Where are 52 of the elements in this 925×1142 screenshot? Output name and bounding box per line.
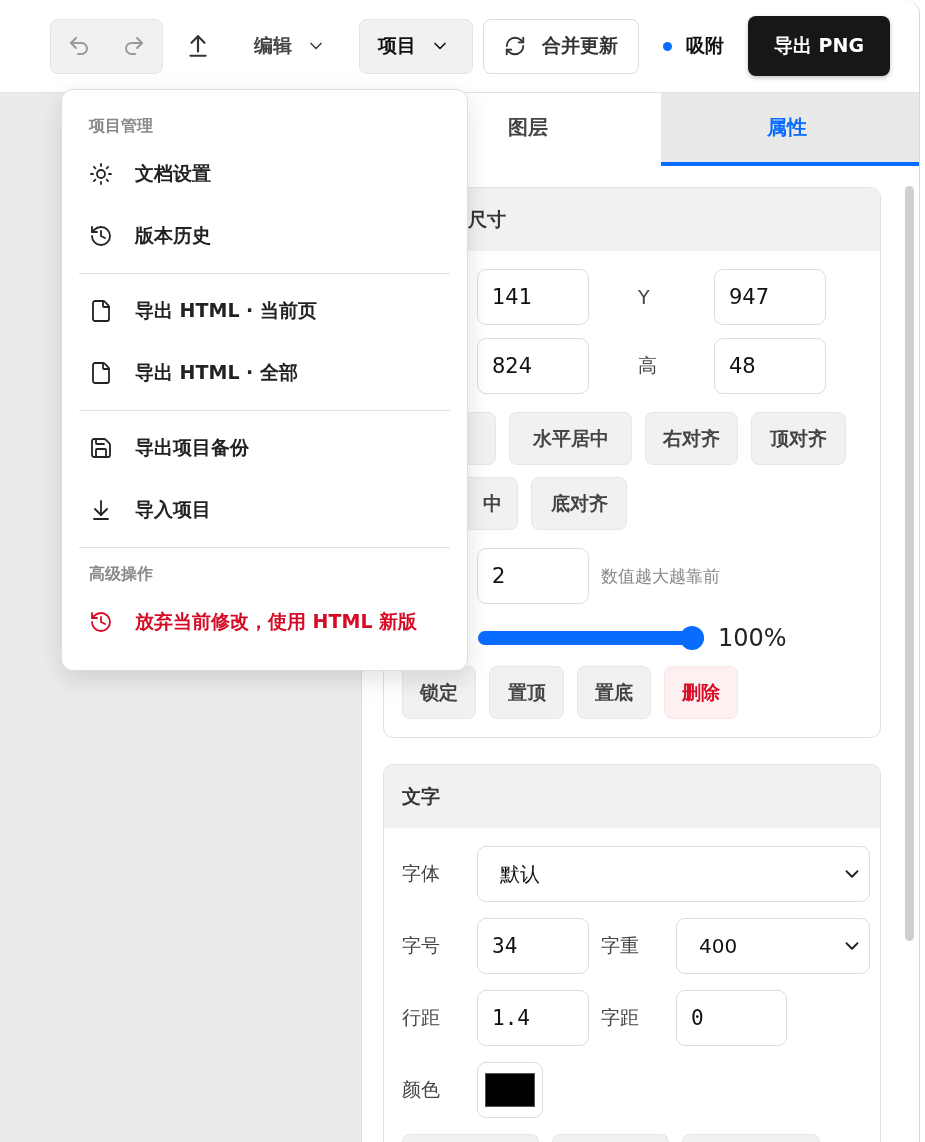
field-label: 高 <box>638 353 658 378</box>
menu-item[interactable]: 放弃当前修改，使用 HTML 新版 <box>79 591 450 653</box>
save-icon <box>89 436 113 460</box>
refresh-icon <box>504 35 526 57</box>
hint-text: 数值越大越靠前 <box>601 564 720 588</box>
action-button[interactable]: 置底 <box>577 666 651 719</box>
input-field[interactable]: 48 <box>714 338 826 394</box>
select-field[interactable]: 默认 <box>477 846 870 902</box>
edit-menu-button[interactable]: 编辑 <box>235 18 349 74</box>
tab[interactable]: 属性 <box>660 93 919 166</box>
field-label: 字重 <box>600 933 640 958</box>
section-title: 文字 <box>384 765 880 828</box>
history-icon <box>89 224 113 248</box>
opacity-slider[interactable] <box>478 626 704 650</box>
menu-section-title: 高级操作 <box>88 563 154 585</box>
field-label: Y <box>638 286 651 308</box>
input-field[interactable]: 2 <box>477 548 589 604</box>
menu-item[interactable]: 导入项目 <box>79 479 450 541</box>
snap-toggle[interactable]: 吸附 <box>649 33 738 59</box>
export-png-button[interactable]: 导出 PNG <box>748 16 890 76</box>
align-button[interactable]: 底对齐 <box>531 477 627 530</box>
project-menu-button[interactable]: 项目 <box>359 18 473 74</box>
menu-item[interactable]: 导出 HTML · 当前页 <box>79 280 450 342</box>
input-field[interactable]: 34 <box>477 918 589 974</box>
file-icon <box>89 299 113 323</box>
input-field[interactable]: 0 <box>676 990 787 1046</box>
action-button[interactable]: 置顶 <box>489 666 564 719</box>
align-button[interactable]: 右对齐 <box>645 412 738 465</box>
field-label: 字号 <box>402 933 441 958</box>
history-icon <box>89 610 113 634</box>
menu-item[interactable]: 导出项目备份 <box>79 417 450 479</box>
field-label: 行距 <box>402 1005 441 1030</box>
menu-item[interactable]: 导出 HTML · 全部 <box>79 342 450 404</box>
action-button[interactable]: 锁定 <box>402 666 476 719</box>
align-button[interactable]: 水平居中 <box>509 412 632 465</box>
color-picker[interactable] <box>477 1062 543 1118</box>
input-field[interactable]: 947 <box>714 269 826 325</box>
input-field[interactable]: 141 <box>477 269 589 325</box>
action-button[interactable]: 删除 <box>664 666 738 719</box>
sun-icon <box>89 162 113 186</box>
field-label: 字体 <box>402 861 441 886</box>
menu-section-title: 项目管理 <box>87 115 154 137</box>
field-label: 字距 <box>600 1005 640 1030</box>
field-label: 颜色 <box>402 1077 441 1102</box>
slider-thumb[interactable] <box>680 626 704 650</box>
merge-update-button[interactable]: 合并更新 <box>483 18 639 74</box>
input-field[interactable]: 824 <box>477 338 589 394</box>
select-field[interactable]: 400 <box>676 918 870 974</box>
input-field[interactable]: 1.4 <box>477 990 589 1046</box>
opacity-value: 100% <box>718 624 787 652</box>
file-icon <box>89 361 113 385</box>
align-button[interactable]: 顶对齐 <box>751 412 846 465</box>
